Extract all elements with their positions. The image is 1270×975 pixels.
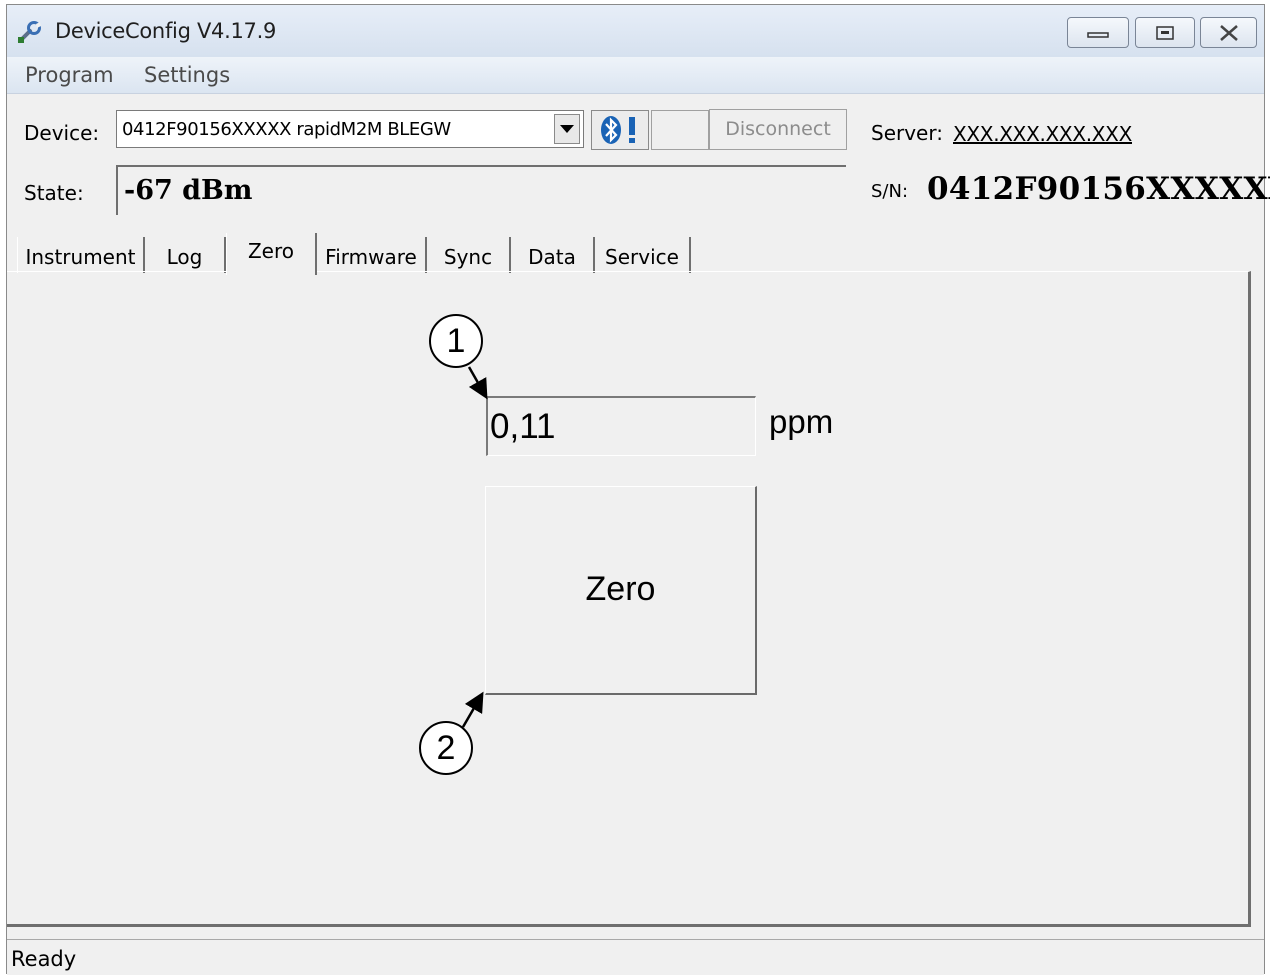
tab-zero[interactable]: Zero (226, 233, 317, 275)
callout-1-arrow (467, 366, 488, 400)
callout-2: 2 (419, 721, 473, 775)
callout-2-arrow (461, 691, 484, 728)
app-window: DeviceConfig V4.17.9 Program Settings De… (6, 4, 1270, 975)
callout-arrows (461, 366, 488, 728)
callout-1: 1 (429, 314, 483, 368)
status-text: Ready (11, 947, 77, 971)
status-bar: Ready (7, 939, 1264, 975)
